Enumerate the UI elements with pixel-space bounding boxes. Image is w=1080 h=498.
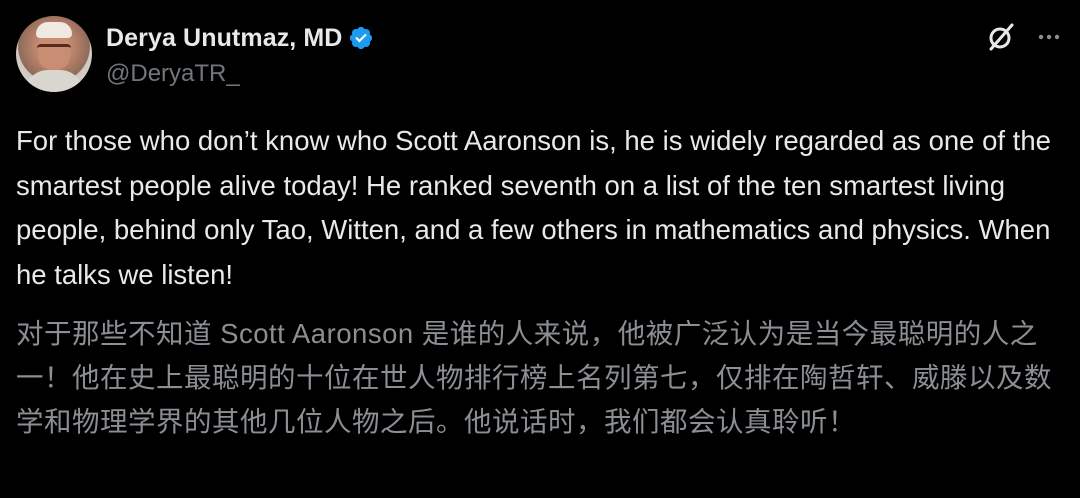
more-options-icon[interactable] [1034,22,1064,52]
name-row: Derya Unutmaz, MD [106,22,374,54]
verified-badge-icon [350,26,373,50]
tweet-text-translation: 对于那些不知道 Scott Aaronson 是谁的人来说，他被广泛认为是当今最… [16,318,1052,437]
avatar-shirt [24,70,84,92]
author-handle[interactable]: @DeryaTR_ [106,60,374,88]
author-display-name[interactable]: Derya Unutmaz, MD [106,24,342,53]
avatar-glasses [37,44,71,55]
tweet-header: Derya Unutmaz, MD @DeryaTR_ [16,16,1064,92]
tweet-text-english: For those who don’t know who Scott Aaron… [16,125,1051,290]
avatar-hair [36,22,72,38]
author-info: Derya Unutmaz, MD @DeryaTR_ [106,22,374,88]
grok-icon[interactable] [986,22,1016,52]
tweet-actions [986,22,1064,52]
avatar[interactable] [16,16,92,92]
